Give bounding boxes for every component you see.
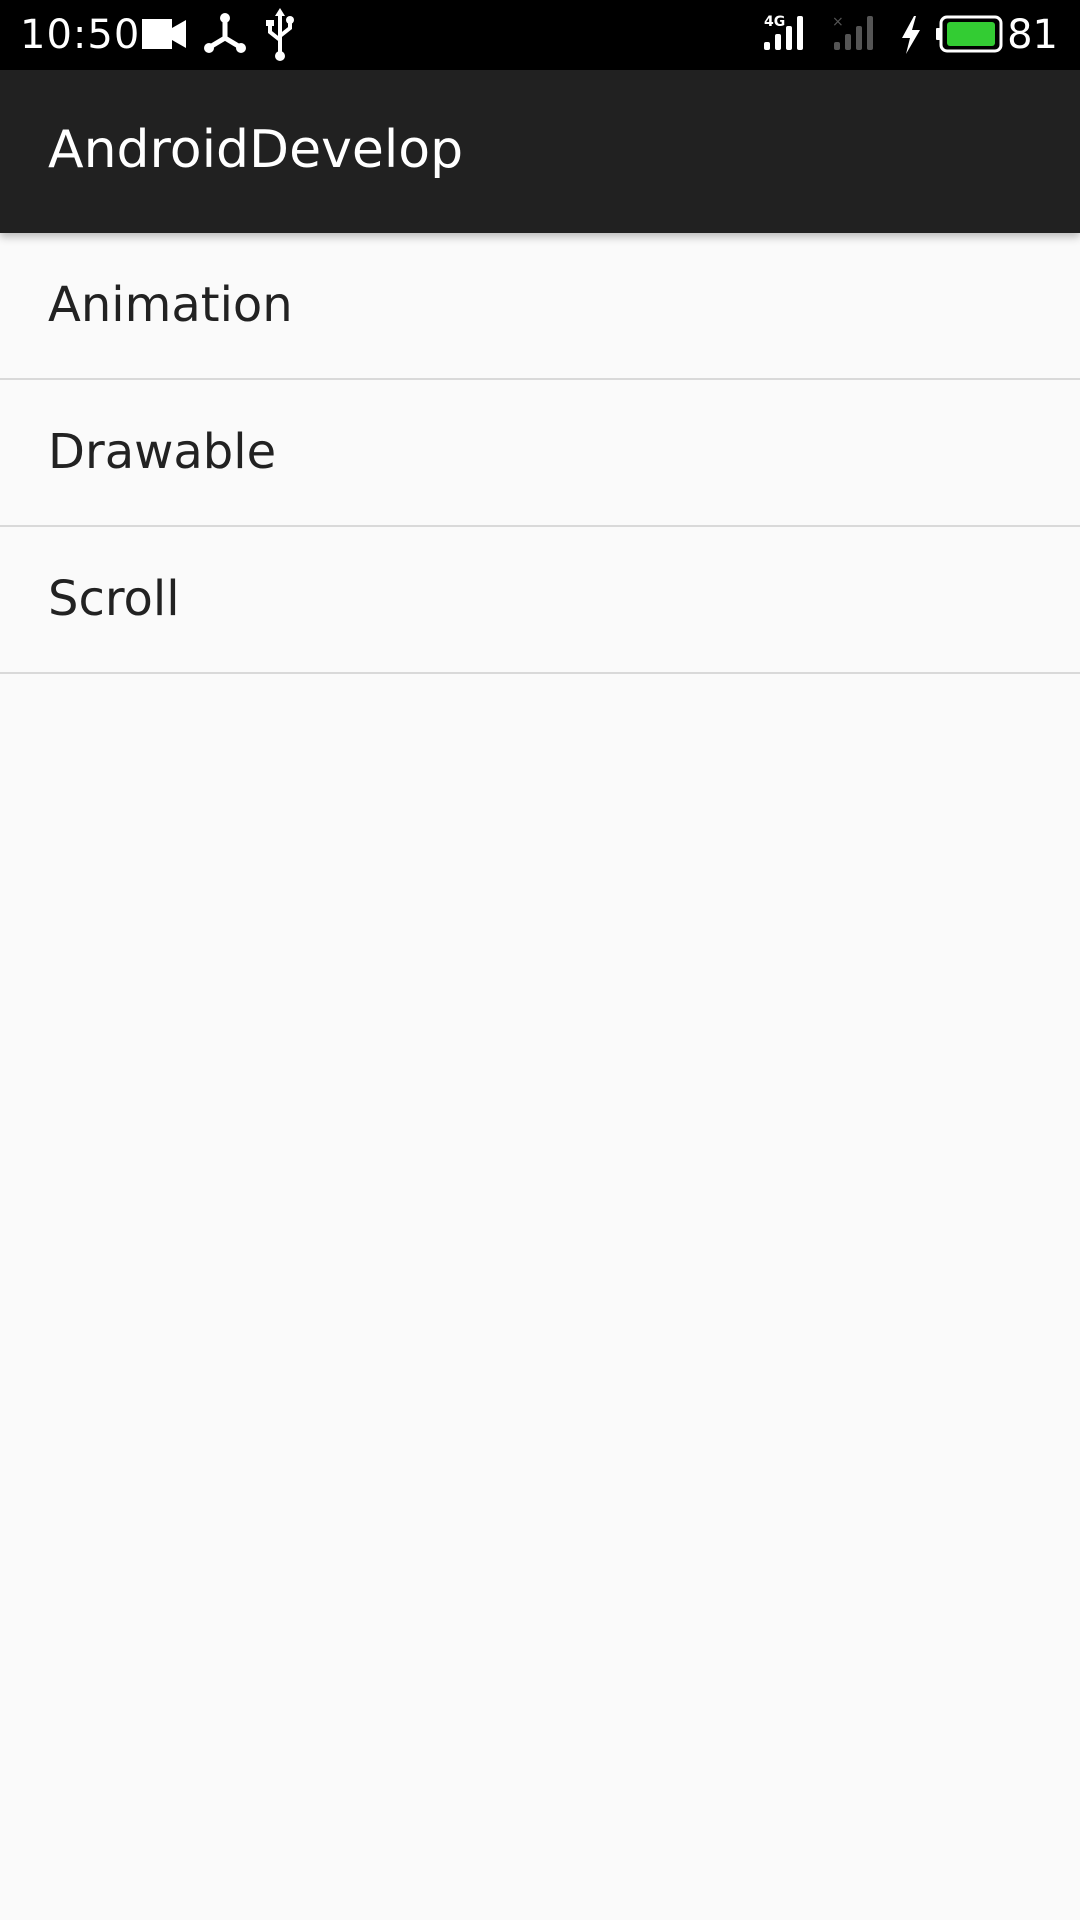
list-item-drawable[interactable]: Drawable: [0, 380, 1080, 527]
list-item-label: Animation: [48, 277, 293, 333]
app-title: AndroidDevelop: [48, 120, 464, 180]
share-node-icon: [204, 13, 246, 53]
app-bar: AndroidDevelop: [0, 70, 1080, 233]
svg-text:×: ×: [832, 14, 844, 30]
usb-icon: [266, 8, 294, 61]
signal-4g-icon: 4G: [764, 14, 803, 50]
status-time: 10:50: [20, 12, 141, 58]
battery-level-text: 81: [1007, 12, 1058, 58]
list-item-label: Scroll: [48, 571, 180, 627]
status-bar: 10:50 4G × 81: [0, 0, 1080, 70]
video-camera-icon: [142, 19, 186, 49]
menu-list: Animation Drawable Scroll: [0, 233, 1080, 674]
battery-icon: [936, 15, 1003, 53]
list-item-label: Drawable: [48, 424, 277, 480]
svg-text:4G: 4G: [764, 14, 785, 30]
charging-bolt-icon: [902, 16, 920, 54]
list-item-scroll[interactable]: Scroll: [0, 527, 1080, 674]
signal-none-icon: ×: [832, 14, 873, 50]
list-item-animation[interactable]: Animation: [0, 233, 1080, 380]
